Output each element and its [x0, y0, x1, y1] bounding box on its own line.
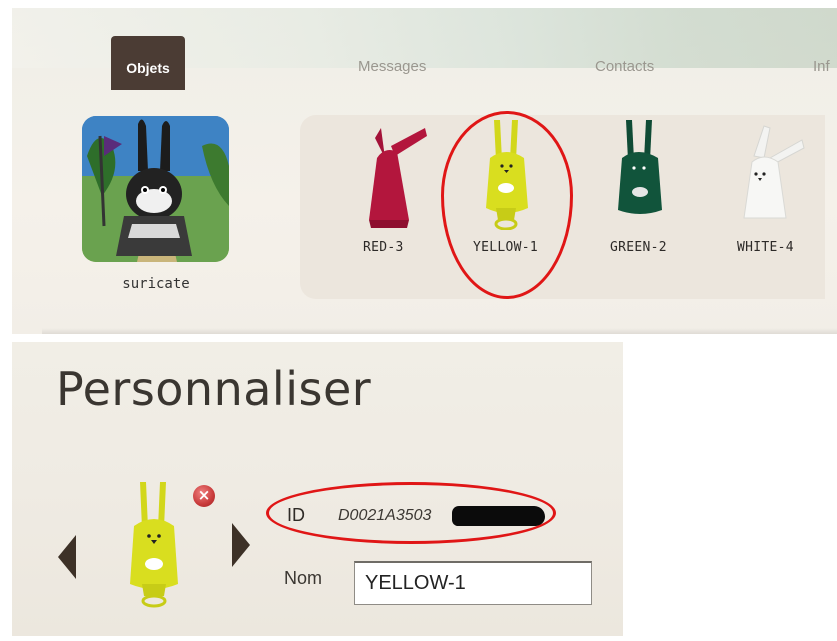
- rabbit-green-icon: [618, 120, 662, 214]
- name-input[interactable]: [354, 561, 592, 605]
- object-red-3[interactable]: [350, 118, 440, 234]
- object-label-red-3: RED-3: [363, 240, 404, 255]
- highlight-circle-id: [266, 482, 556, 544]
- profile-name: suricate: [122, 276, 190, 292]
- rabbit-yellow-icon: [130, 482, 178, 608]
- object-green-2[interactable]: [596, 118, 686, 234]
- tab-messages[interactable]: Messages: [358, 58, 426, 75]
- object-label-green-2: GREEN-2: [610, 240, 667, 255]
- name-label: Nom: [284, 568, 323, 588]
- selected-object-preview: [110, 480, 200, 610]
- next-arrow-icon[interactable]: [232, 523, 250, 567]
- object-label-white-4: WHITE-4: [737, 240, 794, 255]
- tab-objets[interactable]: Objets: [111, 36, 185, 90]
- object-white-4[interactable]: [724, 118, 814, 234]
- page-title: Personnaliser: [56, 362, 372, 416]
- avatar[interactable]: [82, 116, 229, 262]
- tab-contacts[interactable]: Contacts: [595, 58, 654, 75]
- previous-arrow-icon[interactable]: [58, 535, 76, 579]
- remove-icon[interactable]: ×: [193, 485, 215, 507]
- rabbit-red-icon: [369, 128, 427, 228]
- rabbit-white-icon: [743, 125, 805, 219]
- tab-info[interactable]: Inf: [813, 58, 830, 75]
- main-nav: Objets Messages Contacts Inf: [0, 0, 830, 100]
- panel-shadow: [42, 328, 837, 334]
- rabbit-avatar-icon: [82, 116, 229, 262]
